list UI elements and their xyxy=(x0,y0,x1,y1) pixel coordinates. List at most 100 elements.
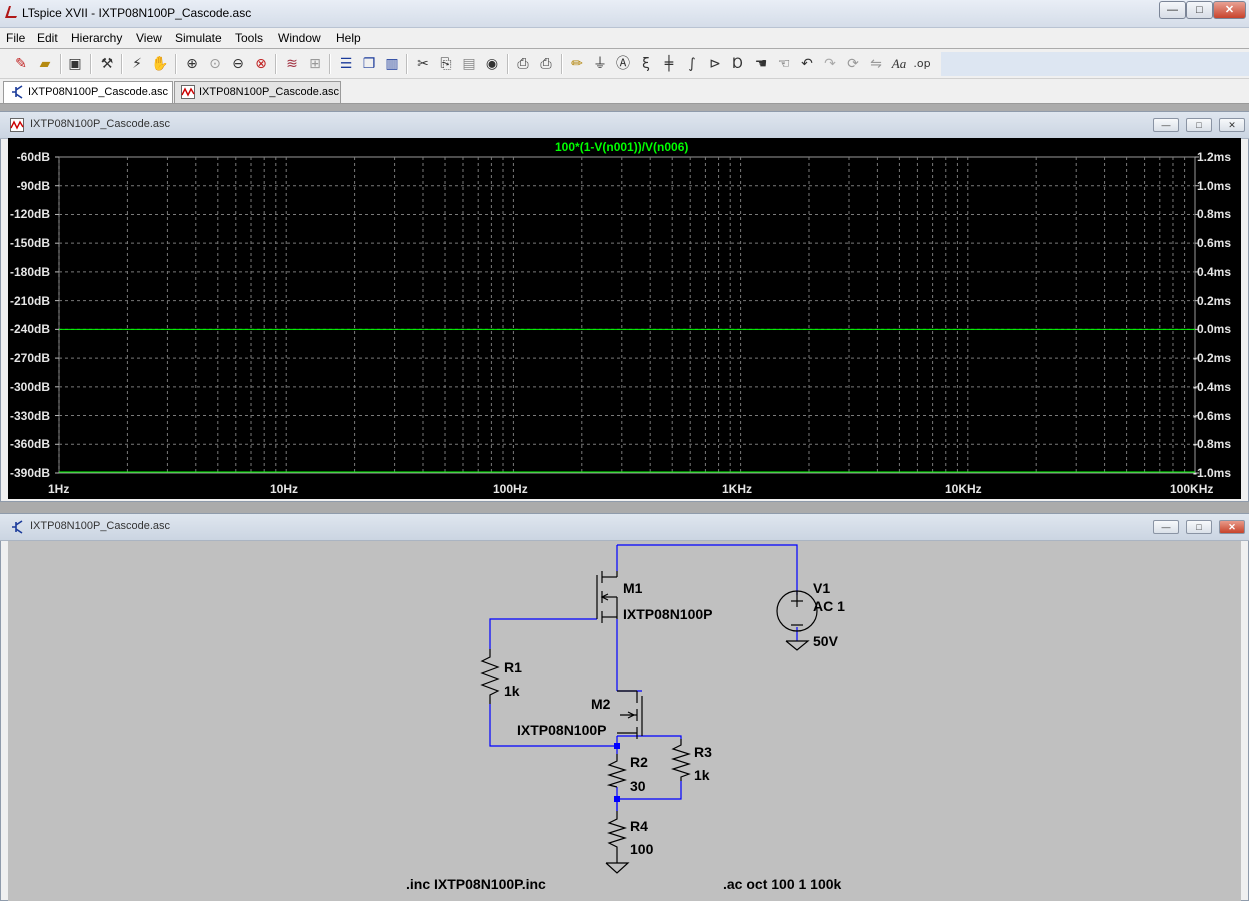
new-schematic-icon[interactable]: ✎ xyxy=(11,54,31,74)
y-left-tick: -390dB xyxy=(9,466,50,480)
copy-icon[interactable]: ⎘ xyxy=(436,54,456,74)
text-icon[interactable]: Aa xyxy=(889,54,909,74)
x-tick: 10Hz xyxy=(270,482,299,496)
mirror-icon[interactable]: ⇋ xyxy=(866,54,886,74)
tile-vertical-icon[interactable]: ▥ xyxy=(382,54,402,74)
autorange-icon[interactable]: ≋ xyxy=(282,54,302,74)
move-icon[interactable]: ☚ xyxy=(751,54,771,74)
y-right-tick: 0.6ms xyxy=(1196,236,1231,250)
component-icon[interactable]: Ɒ xyxy=(728,54,748,74)
menu-hierarchy[interactable]: Hierarchy xyxy=(71,31,122,45)
r4-name[interactable]: R4 xyxy=(630,818,648,834)
cascade-icon[interactable]: ❐ xyxy=(359,54,379,74)
r3-value[interactable]: 1k xyxy=(694,767,710,783)
plot-border xyxy=(58,156,1196,474)
x-tick: 100Hz xyxy=(493,482,528,496)
save-icon[interactable]: ▣ xyxy=(65,54,85,74)
r1-name[interactable]: R1 xyxy=(504,659,522,675)
schematic-minimize-button[interactable]: — xyxy=(1153,520,1179,534)
schematic-window-title-bar[interactable]: IXTP08N100P_Cascode.asc — □ ✕ xyxy=(0,514,1249,541)
tab-schematic-label: IXTP08N100P_Cascode.asc xyxy=(28,86,169,98)
tab-schematic[interactable]: IXTP08N100P_Cascode.asc xyxy=(3,81,173,103)
tile-horizontal-icon[interactable]: ☰ xyxy=(336,54,356,74)
menu-view[interactable]: View xyxy=(136,31,162,45)
print-icon[interactable]: ⎙ xyxy=(536,54,556,74)
m1-symbol xyxy=(596,571,618,623)
m2-name[interactable]: M2 xyxy=(591,696,610,712)
y-left-tick: -210dB xyxy=(9,294,50,308)
menu-help[interactable]: Help xyxy=(336,31,361,45)
redo-icon[interactable]: ↷ xyxy=(820,54,840,74)
print-setup-icon[interactable]: ⎙ xyxy=(513,54,533,74)
zoom-out-icon[interactable]: ⊖ xyxy=(228,54,248,74)
v1-dc[interactable]: 50V xyxy=(813,633,838,649)
toolbar-empty-area xyxy=(941,52,1249,76)
schematic-close-button[interactable]: ✕ xyxy=(1219,520,1245,534)
drag-icon[interactable]: ☜ xyxy=(774,54,794,74)
r3-name[interactable]: R3 xyxy=(694,744,712,760)
close-button[interactable]: ✕ xyxy=(1213,1,1246,19)
m1-name[interactable]: M1 xyxy=(623,580,642,596)
resistor-icon[interactable]: ξ xyxy=(636,54,656,74)
diode-icon[interactable]: ⊳ xyxy=(705,54,725,74)
plot-window-title: IXTP08N100P_Cascode.asc xyxy=(30,118,171,130)
menu-tools[interactable]: Tools xyxy=(235,31,263,45)
y-left-tick: -240dB xyxy=(9,322,50,336)
y-left-tick: -180dB xyxy=(9,265,50,279)
schematic-canvas[interactable]: M1 IXTP08N100P M2 IXTP08N100P V1 AC 1 50… xyxy=(8,541,1241,901)
y-right-tick: 0.4ms xyxy=(1196,265,1231,279)
v1-ac[interactable]: AC 1 xyxy=(813,598,845,614)
ac-analysis-directive[interactable]: .ac oct 100 1 100k xyxy=(723,876,841,892)
menu-bar: File Edit Hierarchy View Simulate Tools … xyxy=(0,28,1249,48)
control-panel-icon[interactable]: ⚒ xyxy=(97,54,117,74)
plot-close-button[interactable]: ✕ xyxy=(1219,118,1245,132)
y-right-tick: -1.0ms xyxy=(1192,466,1231,480)
inductor-icon[interactable]: ∫ xyxy=(682,54,702,74)
paste-icon[interactable]: ▤ xyxy=(459,54,479,74)
draw-wire-icon[interactable]: ✏ xyxy=(567,54,587,74)
plot-maximize-button[interactable]: □ xyxy=(1186,118,1212,132)
x-tick: 10KHz xyxy=(945,482,982,496)
menu-file[interactable]: File xyxy=(6,31,25,45)
y-left-tick: -360dB xyxy=(9,437,50,451)
undo-icon[interactable]: ↶ xyxy=(797,54,817,74)
m1-model[interactable]: IXTP08N100P xyxy=(623,606,713,622)
r4-value[interactable]: 100 xyxy=(630,841,653,857)
halt-icon[interactable]: ✋ xyxy=(150,54,170,74)
trace-label[interactable]: 100*(1-V(n001))/V(n006) xyxy=(555,140,688,154)
menu-simulate[interactable]: Simulate xyxy=(175,31,222,45)
r2-value[interactable]: 30 xyxy=(630,778,646,794)
maximize-button[interactable]: □ xyxy=(1186,1,1213,19)
schematic-maximize-button[interactable]: □ xyxy=(1186,520,1212,534)
label-net-icon[interactable]: Ⓐ xyxy=(613,54,633,74)
spice-directive-icon[interactable]: .op xyxy=(912,54,932,74)
y-left-tick: -90dB xyxy=(16,179,50,193)
find-icon[interactable]: ◉ xyxy=(482,54,502,74)
cut-icon[interactable]: ✂ xyxy=(413,54,433,74)
plot-window-title-bar[interactable]: IXTP08N100P_Cascode.asc — □ ✕ xyxy=(0,112,1249,139)
waveform-icon xyxy=(10,118,24,132)
open-icon[interactable]: ▰ xyxy=(35,54,55,74)
m2-model[interactable]: IXTP08N100P xyxy=(517,722,607,738)
menu-window[interactable]: Window xyxy=(278,31,321,45)
y-left-tick: -330dB xyxy=(9,409,50,423)
r2-name[interactable]: R2 xyxy=(630,754,648,770)
r1-value[interactable]: 1k xyxy=(504,683,520,699)
tab-waveform[interactable]: IXTP08N100P_Cascode.asc xyxy=(174,81,341,103)
minimize-button[interactable]: — xyxy=(1159,1,1186,19)
y-left-tick: -270dB xyxy=(9,351,50,365)
run-icon[interactable]: ⚡ xyxy=(127,54,147,74)
menu-edit[interactable]: Edit xyxy=(37,31,58,45)
junction-dot xyxy=(614,796,620,802)
capacitor-icon[interactable]: ╪ xyxy=(659,54,679,74)
include-directive[interactable]: .inc IXTP08N100P.inc xyxy=(406,876,546,892)
ground-icon[interactable]: ⏚ xyxy=(590,54,610,74)
zoom-cancel-icon[interactable]: ⊗ xyxy=(251,54,271,74)
v1-name[interactable]: V1 xyxy=(813,580,830,596)
waveform-plot-pane[interactable]: 100*(1-V(n001))/V(n006) -60dB -90dB -120… xyxy=(8,138,1241,499)
rotate-icon[interactable]: ⟳ xyxy=(843,54,863,74)
zoom-in-icon[interactable]: ⊕ xyxy=(182,54,202,74)
plot-minimize-button[interactable]: — xyxy=(1153,118,1179,132)
grid-icon[interactable]: ⊞ xyxy=(305,54,325,74)
pan-icon[interactable]: ⊙ xyxy=(205,54,225,74)
